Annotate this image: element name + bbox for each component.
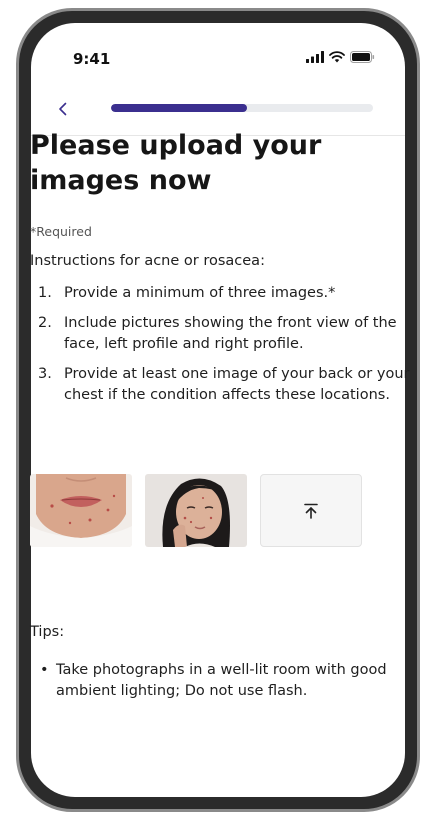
list-item-number: 3.	[38, 366, 52, 382]
list-item-text: Provide a minimum of three images.*	[64, 285, 336, 301]
list-item: 3. Provide at least one image of your ba…	[30, 364, 414, 406]
instructions-list: 1. Provide a minimum of three images.* 2…	[30, 283, 414, 406]
cellular-signal-icon	[306, 51, 324, 63]
list-item: 2. Include pictures showing the front vi…	[30, 313, 414, 355]
page-title: Please upload your images now	[30, 128, 414, 198]
chevron-left-icon	[59, 102, 67, 116]
list-item-number: 1.	[38, 285, 52, 301]
battery-icon	[350, 51, 375, 63]
back-button[interactable]	[51, 97, 75, 121]
list-item-text: Take photographs in a well-lit room with…	[56, 662, 387, 699]
uploaded-image-profile-face[interactable]	[145, 474, 247, 547]
upload-image-row	[30, 474, 362, 547]
instructions-heading: Instructions for acne or rosacea:	[30, 253, 265, 269]
list-item-number: 2.	[38, 315, 52, 331]
tips-list: • Take photographs in a well-lit room wi…	[30, 660, 414, 702]
uploaded-image-lower-face[interactable]	[30, 474, 132, 547]
upload-arrow-icon	[304, 503, 318, 519]
tips-heading: Tips:	[30, 624, 65, 640]
main-content: Please upload your images now *Required …	[30, 128, 414, 415]
wifi-icon	[329, 51, 345, 63]
upload-image-button[interactable]	[260, 474, 362, 547]
status-icons	[306, 51, 375, 63]
required-note: *Required	[30, 224, 92, 239]
page-title-line2: images now	[30, 165, 212, 196]
list-item-bullet: •	[40, 662, 49, 678]
status-time: 9:41	[73, 50, 111, 68]
list-item-text: Include pictures showing the front view …	[64, 315, 397, 352]
status-bar: 9:41	[31, 23, 405, 83]
progress-fill	[111, 104, 248, 112]
list-item: • Take photographs in a well-lit room wi…	[30, 660, 414, 702]
list-item: 1. Provide a minimum of three images.*	[30, 283, 414, 304]
page-title-line1: Please upload your	[30, 130, 322, 161]
list-item-text: Provide at least one image of your back …	[64, 366, 410, 403]
progress-bar	[111, 104, 373, 112]
